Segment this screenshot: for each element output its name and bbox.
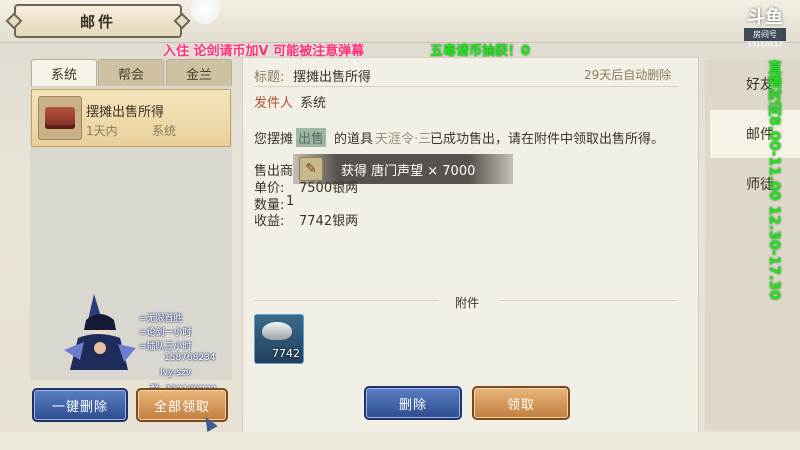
- streamer-chat-line: =无限首胜: [139, 314, 183, 324]
- claim-all-button[interactable]: 全部领取: [136, 388, 228, 422]
- streamer-chat-line: =插队三小时: [139, 342, 192, 352]
- streamer-chat-line: Ivy-szv: [160, 368, 192, 378]
- divider: [254, 86, 679, 87]
- tab-guild[interactable]: 帮会: [98, 59, 164, 86]
- mail-body-tail: 已成功售出，请在附件中领取出售所得。: [430, 132, 665, 147]
- silver-ingot-icon: [262, 322, 292, 340]
- bottom-strip: [0, 432, 800, 450]
- side-nav-friends[interactable]: 好友: [710, 60, 800, 108]
- divider-left: [254, 300, 439, 301]
- mail-item-time: 1天内: [86, 124, 118, 138]
- stream-logo: 斗鱼 房间号 37150517: [744, 7, 786, 49]
- delete-all-button[interactable]: 一键删除: [32, 388, 128, 422]
- character-portrait: [64, 294, 136, 370]
- attachment-count: 7742: [272, 347, 300, 360]
- mail-sender: 系统: [300, 96, 327, 111]
- income-value: 7742银两: [299, 214, 359, 229]
- subject-label: 标题:: [254, 70, 285, 85]
- toast-text: 获得 唐门声望 × 7000: [341, 163, 476, 179]
- reward-item-icon: ✎: [299, 157, 323, 181]
- side-nav-master[interactable]: 师徒: [710, 160, 800, 208]
- window-title: 邮件: [14, 4, 182, 38]
- mail-item-sender: 系统: [152, 124, 177, 138]
- income-label: 收益:: [254, 214, 285, 229]
- tab-sworn[interactable]: 金兰: [166, 59, 232, 86]
- mail-detail-panel: [242, 57, 699, 434]
- streamer-chat-line: 158768234: [164, 353, 216, 363]
- delete-button[interactable]: 删除: [364, 386, 462, 420]
- mail-body-hidden-2: 天涯令·三: [375, 132, 432, 147]
- side-nav-mail[interactable]: 邮件: [710, 110, 800, 158]
- streamer-chat-line: =论剑一小时: [139, 328, 192, 338]
- treasure-chest-icon: [38, 96, 82, 140]
- divider-right: [498, 300, 678, 301]
- reward-toast: ✎ 获得 唐门声望 × 7000: [293, 154, 513, 184]
- quantity-value: 1: [286, 194, 295, 209]
- logo-sub: 房间号: [744, 28, 786, 41]
- mail-item-title: 摆摊出售所得: [86, 105, 165, 120]
- claim-button[interactable]: 领取: [472, 386, 570, 420]
- sender-label: 发件人: [254, 96, 294, 111]
- attachment-label: 附件: [455, 296, 480, 310]
- logo-room-id: 37150517: [747, 41, 783, 49]
- mail-expiry: 29天后自动删除: [584, 68, 672, 82]
- logo-mark: 斗鱼: [747, 7, 783, 28]
- mail-subject: 摆摊出售所得: [293, 70, 372, 85]
- tab-system[interactable]: 系统: [31, 59, 97, 86]
- mail-body-hidden-1: 出售: [296, 128, 327, 147]
- stream-schedule: 直播时间8.00-11.00 12.30-17.30: [766, 60, 782, 300]
- mail-body-start: 您摆摊: [254, 132, 294, 147]
- mail-body-item: 的道具: [334, 132, 374, 147]
